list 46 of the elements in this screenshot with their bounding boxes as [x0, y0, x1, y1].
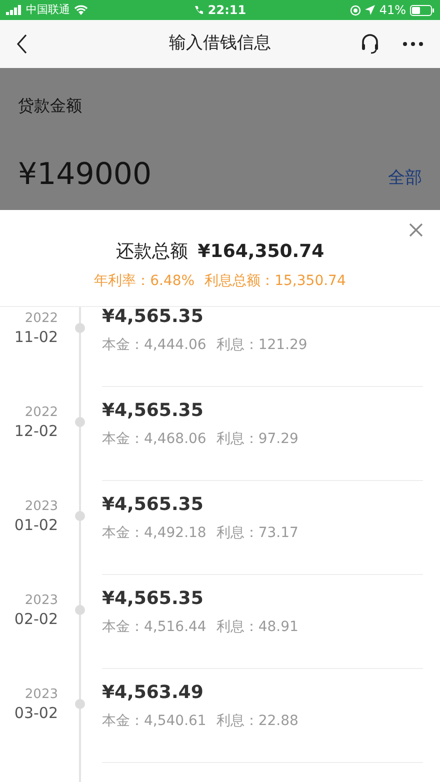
more-icon[interactable] — [402, 41, 424, 47]
month-day-label: 01-02 — [14, 515, 58, 535]
installment-amount: ¥4,565.35 — [102, 399, 204, 423]
installment-amount: ¥4,563.49 — [102, 681, 204, 705]
installment-amount: ¥4,565.35 — [102, 587, 204, 611]
wifi-icon — [74, 5, 88, 15]
interest-amount: 利息：48.91 — [216, 618, 298, 637]
annual-rate: 年利率：6.48% — [94, 272, 195, 291]
installment-amount: ¥4,565.35 — [102, 493, 204, 517]
all-amount-link[interactable]: 全部 — [388, 166, 422, 191]
battery-percent: 41% — [379, 2, 406, 19]
principal-amount: 本金：4,540.61 — [102, 712, 206, 731]
interest-amount: 利息：22.88 — [216, 712, 298, 731]
loan-amount-label: 贷款金额 — [18, 95, 83, 117]
year-label: 2022 — [24, 405, 58, 421]
close-button[interactable] — [408, 222, 424, 238]
installment-amount: ¥4,565.35 — [102, 307, 204, 329]
total-interest: 利息总额：15,350.74 — [204, 272, 346, 291]
total-repayment-label: 还款总额 — [116, 240, 188, 264]
lock-rotation-icon — [350, 4, 362, 16]
page-title: 输入借钱信息 — [168, 32, 272, 56]
back-icon[interactable] — [16, 34, 28, 54]
month-day-label: 12-02 — [14, 421, 58, 441]
interest-amount: 利息：73.17 — [216, 524, 298, 543]
year-label: 2023 — [24, 687, 58, 703]
headset-icon[interactable] — [360, 33, 380, 55]
year-label: 2023 — [24, 499, 58, 515]
principal-amount: 本金：4,516.44 — [102, 618, 206, 637]
year-label: 2022 — [24, 311, 58, 327]
loan-amount-value: ¥149000 — [18, 156, 152, 194]
clock-time: 22:11 — [208, 2, 246, 19]
interest-amount: 利息：97.29 — [216, 430, 298, 449]
year-label: 2023 — [24, 593, 58, 609]
battery-icon — [410, 4, 434, 16]
total-repayment-value: ¥164,350.74 — [198, 240, 324, 264]
signal-icon — [6, 5, 22, 15]
month-day-label: 11-02 — [14, 327, 58, 347]
principal-amount: 本金：4,444.06 — [102, 336, 206, 355]
phone-icon — [194, 5, 204, 15]
principal-amount: 本金：4,468.06 — [102, 430, 206, 449]
month-day-label: 03-02 — [14, 703, 58, 723]
month-day-label: 02-02 — [14, 609, 58, 629]
carrier-name: 中国联通 — [26, 2, 70, 18]
principal-amount: 本金：4,492.18 — [102, 524, 206, 543]
interest-amount: 利息：121.29 — [216, 336, 308, 355]
location-arrow-icon — [365, 5, 376, 15]
